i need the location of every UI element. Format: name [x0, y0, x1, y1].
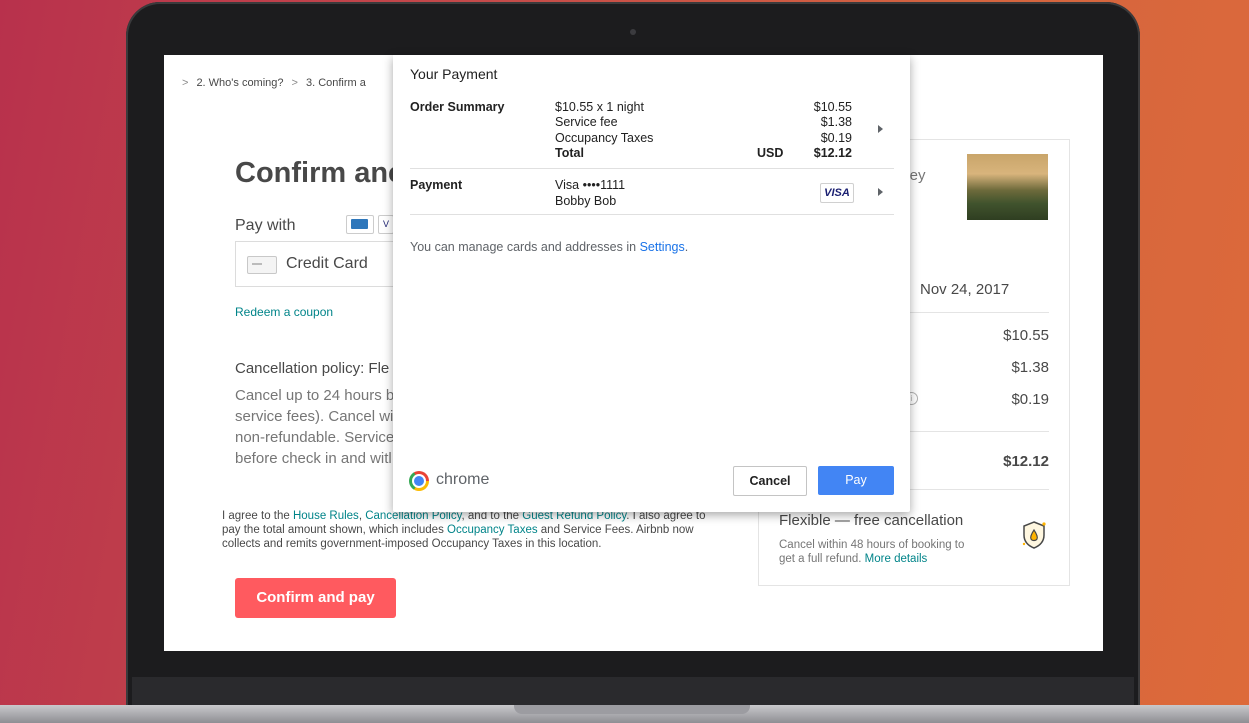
shield-badge-icon — [1022, 521, 1046, 549]
divider — [410, 214, 894, 215]
line-amount: $1.38 — [820, 115, 852, 129]
expand-order-summary-icon[interactable] — [878, 125, 883, 133]
cancellation-body: Cancel up to 24 hours b service fees). C… — [235, 385, 405, 469]
manage-text: You can manage cards and addresses in — [410, 240, 640, 254]
amex-icon — [346, 215, 374, 234]
page-title: Confirm anc — [235, 157, 405, 189]
cancellation-line: service fees). Cancel wit — [235, 408, 398, 425]
visa-logo-icon: VISA — [820, 183, 854, 203]
line-item: $10.55 x 1 night — [555, 100, 644, 114]
listing-photo — [967, 154, 1048, 220]
chevron-right-icon: > — [291, 77, 298, 89]
expand-payment-icon[interactable] — [878, 188, 883, 196]
redeem-coupon-link[interactable]: Redeem a coupon — [235, 305, 333, 319]
payment-request-sheet: Your Payment Order Summary $10.55 x 1 ni… — [393, 55, 910, 512]
card-number: Visa ••••1111 — [555, 178, 626, 192]
divider — [410, 168, 894, 169]
occupancy-taxes-link[interactable]: Occupancy Taxes — [447, 524, 538, 536]
cancel-button[interactable]: Cancel — [733, 466, 807, 496]
agreement-text: I agree to the House Rules, Cancellation… — [222, 509, 708, 551]
camera-dot — [630, 29, 636, 35]
more-details-link[interactable]: More details — [865, 553, 928, 565]
settings-link[interactable]: Settings — [640, 240, 685, 254]
currency-code: USD — [757, 146, 784, 160]
pay-with-label: Pay with — [235, 217, 296, 234]
cardholder-name: Bobby Bob — [555, 194, 617, 208]
manage-text-end: . — [684, 240, 689, 254]
flexible-title: Flexible — free cancellation — [779, 512, 964, 529]
price-nightly: $10.55 — [1003, 327, 1049, 344]
payment-label: Payment — [410, 178, 463, 192]
line-item: Occupancy Taxes — [555, 131, 654, 145]
manage-cards-text: You can manage cards and addresses in Se… — [410, 240, 688, 254]
flexible-body: Cancel within 48 hours of booking to get… — [779, 538, 979, 566]
total-label: Total — [555, 146, 584, 160]
chrome-logo-icon — [409, 471, 429, 491]
stay-date: Nov 24, 2017 — [920, 281, 1010, 298]
line-item: Service fee — [555, 115, 618, 129]
breadcrumb: >2. Who's coming? >3. Confirm a — [174, 77, 366, 89]
browser-name: chrome — [436, 471, 490, 488]
payment-method-value: Credit Card — [286, 255, 368, 272]
visa-card-icon: V — [378, 215, 394, 234]
laptop-chin — [132, 677, 1134, 707]
payment-method-select[interactable]: Credit Card — [235, 241, 406, 287]
cancellation-title: Cancellation policy: Fle — [235, 360, 390, 377]
pay-button[interactable]: Pay — [818, 466, 894, 495]
cancellation-line: Cancel up to 24 hours b — [235, 387, 395, 404]
price-taxes: $0.19 — [1011, 391, 1049, 408]
breadcrumb-step-3[interactable]: 3. Confirm a — [306, 77, 366, 89]
confirm-and-pay-button[interactable]: Confirm and pay — [235, 578, 396, 618]
accepted-cards: V — [346, 215, 394, 234]
sheet-title: Your Payment — [410, 66, 498, 82]
chevron-right-icon: > — [182, 77, 189, 89]
house-rules-link[interactable]: House Rules — [293, 510, 359, 522]
breadcrumb-step-2[interactable]: 2. Who's coming? — [196, 77, 283, 89]
cancellation-line: before check in and witl — [235, 450, 392, 467]
cancellation-line: non-refundable. Service — [235, 429, 395, 446]
laptop-notch — [514, 705, 750, 714]
total-price: $12.12 — [1003, 453, 1049, 470]
order-summary-label: Order Summary — [410, 100, 505, 114]
line-amount: $10.55 — [813, 100, 852, 114]
total-amount: $12.12 — [813, 146, 852, 160]
line-amount: $0.19 — [820, 131, 852, 145]
agreement-part: I agree to the — [222, 510, 293, 522]
credit-card-icon — [247, 256, 277, 274]
price-service-fee: $1.38 — [1011, 359, 1049, 376]
